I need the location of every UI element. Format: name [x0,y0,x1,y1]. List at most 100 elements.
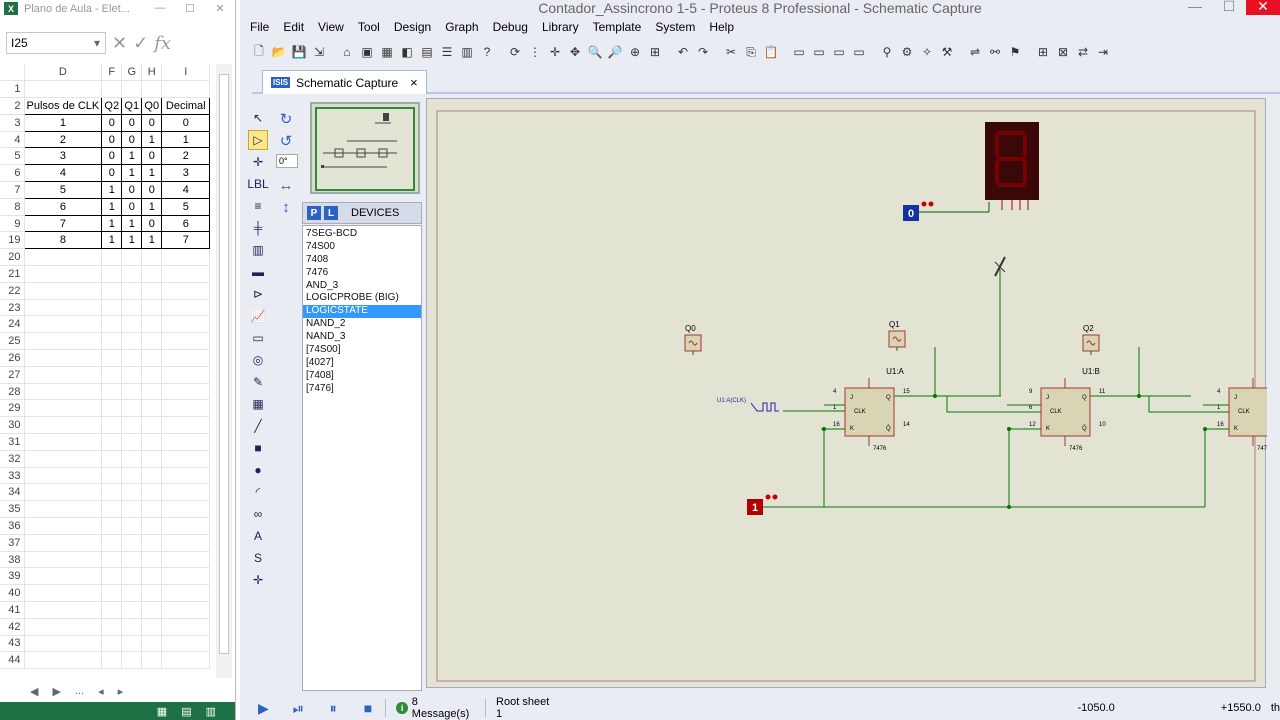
row-header[interactable]: 24 [0,315,25,334]
hscroll-left-icon[interactable]: ◂ [98,685,104,698]
mirror-x-icon[interactable]: ↔ [276,174,296,196]
row-header[interactable]: 21 [0,265,25,283]
component-mode-icon[interactable]: ▷ [248,130,268,150]
cell[interactable] [121,618,143,636]
row-header[interactable]: 27 [0,366,25,384]
cell[interactable] [161,635,211,653]
zoom-in-icon[interactable]: 🔍 [586,43,604,61]
sheet-prev-icon[interactable]: ◀ [30,685,38,698]
cell[interactable]: 1 [101,214,123,233]
sheet-more[interactable]: ... [75,685,84,697]
cell[interactable]: 1 [161,130,211,149]
cell[interactable]: 1 [23,113,103,132]
buses-icon[interactable]: ╪ [248,218,268,238]
cell[interactable]: 1 [141,197,163,216]
column-header[interactable]: I [161,64,211,82]
proteus-minimize-button[interactable]: — [1178,0,1212,15]
column-header[interactable]: G [121,64,143,82]
header-cell[interactable]: Decimal [161,97,211,115]
cell[interactable] [161,467,211,485]
device-list-item[interactable]: AND_3 [303,280,421,293]
normal-view-icon[interactable]: ▦ [157,705,167,718]
cell[interactable] [121,299,143,317]
menu-item-view[interactable]: View [318,20,344,34]
cell[interactable] [161,567,211,586]
pick-device-button[interactable]: P [307,206,321,220]
save-icon[interactable]: 💾 [290,43,308,61]
cell[interactable] [101,534,123,552]
line-icon[interactable]: ╱ [248,416,268,436]
decompose-icon[interactable]: ⚒ [938,43,956,61]
row-header[interactable]: 44 [0,651,25,670]
zoom-out-icon[interactable]: 🔎 [606,43,624,61]
cell[interactable] [161,500,211,519]
device-list-item[interactable]: NAND_2 [303,318,421,331]
cell[interactable] [101,349,123,367]
check-icon[interactable]: ✓ [133,33,148,54]
cell[interactable] [161,433,211,451]
tab-schematic-capture[interactable]: ISIS Schematic Capture × [262,70,427,94]
cell[interactable] [121,651,143,670]
header-cell[interactable]: Q1 [121,97,143,115]
subcircuit-icon[interactable]: ▥ [248,240,268,260]
cell[interactable] [161,416,211,435]
cell[interactable] [161,450,211,468]
voltage-probe-icon[interactable]: ✎ [248,372,268,392]
row-header[interactable]: 32 [0,450,25,468]
sheet-next-icon[interactable]: ▶ [52,685,60,698]
new-icon[interactable]: 🗋 [250,43,268,61]
cell[interactable] [141,248,163,267]
cell[interactable] [24,483,103,502]
cell[interactable]: 1 [101,181,123,199]
seven-segment-display[interactable] [985,122,1039,210]
cell[interactable]: 0 [121,130,143,149]
step-button[interactable]: ⏯ [287,698,310,718]
menu-item-library[interactable]: Library [542,20,579,34]
cell[interactable] [101,399,123,418]
cell[interactable] [101,450,123,468]
cell[interactable] [24,433,103,451]
cell[interactable] [121,349,143,367]
3d-icon[interactable]: ◧ [398,43,416,61]
row-header[interactable]: 6 [0,164,25,183]
cell[interactable] [141,618,163,636]
cell[interactable] [24,500,103,519]
cell[interactable] [161,315,211,334]
cell[interactable] [24,467,103,485]
row-header[interactable]: 38 [0,551,25,569]
device-list-item[interactable]: 7476 [303,267,421,280]
cell[interactable] [121,635,143,653]
cell[interactable] [101,265,123,283]
graph-icon[interactable]: 📈 [248,306,268,326]
wire-autorouter-icon[interactable]: ⇌ [966,43,984,61]
header-cell[interactable]: Pulsos de CLK [23,97,103,115]
menu-item-template[interactable]: Template [593,20,642,34]
undo-icon[interactable]: ↶ [674,43,692,61]
cell[interactable]: 6 [161,214,211,233]
page-break-icon[interactable]: ▥ [206,705,216,718]
device-pins-icon[interactable]: ⊳ [248,284,268,304]
cell[interactable]: 2 [161,147,211,166]
device-list-item[interactable]: 74S00 [303,241,421,254]
cell[interactable] [24,265,103,283]
row-header[interactable]: 5 [0,147,25,166]
menu-item-edit[interactable]: Edit [283,20,304,34]
rotate-cw-icon[interactable]: ↻ [276,108,296,130]
origin-icon[interactable]: ✛ [546,43,564,61]
cut-icon[interactable]: ✂ [722,43,740,61]
column-header[interactable]: H [141,64,163,82]
cell[interactable] [141,534,163,552]
cell[interactable] [121,500,143,519]
cell[interactable] [141,80,163,99]
cell[interactable]: 1 [121,231,143,250]
row-header[interactable]: 42 [0,618,25,636]
row-header[interactable]: 2 [0,97,25,115]
row-header[interactable]: 23 [0,299,25,317]
cell[interactable] [121,433,143,451]
cell[interactable]: 4 [161,181,211,199]
header-cell[interactable]: Q0 [141,97,163,115]
copy-icon[interactable]: ⎘ [742,43,760,61]
pan-icon[interactable]: ✥ [566,43,584,61]
excel-close-button[interactable]: ✕ [205,2,235,15]
tape-recorder-icon[interactable]: ▭ [248,328,268,348]
